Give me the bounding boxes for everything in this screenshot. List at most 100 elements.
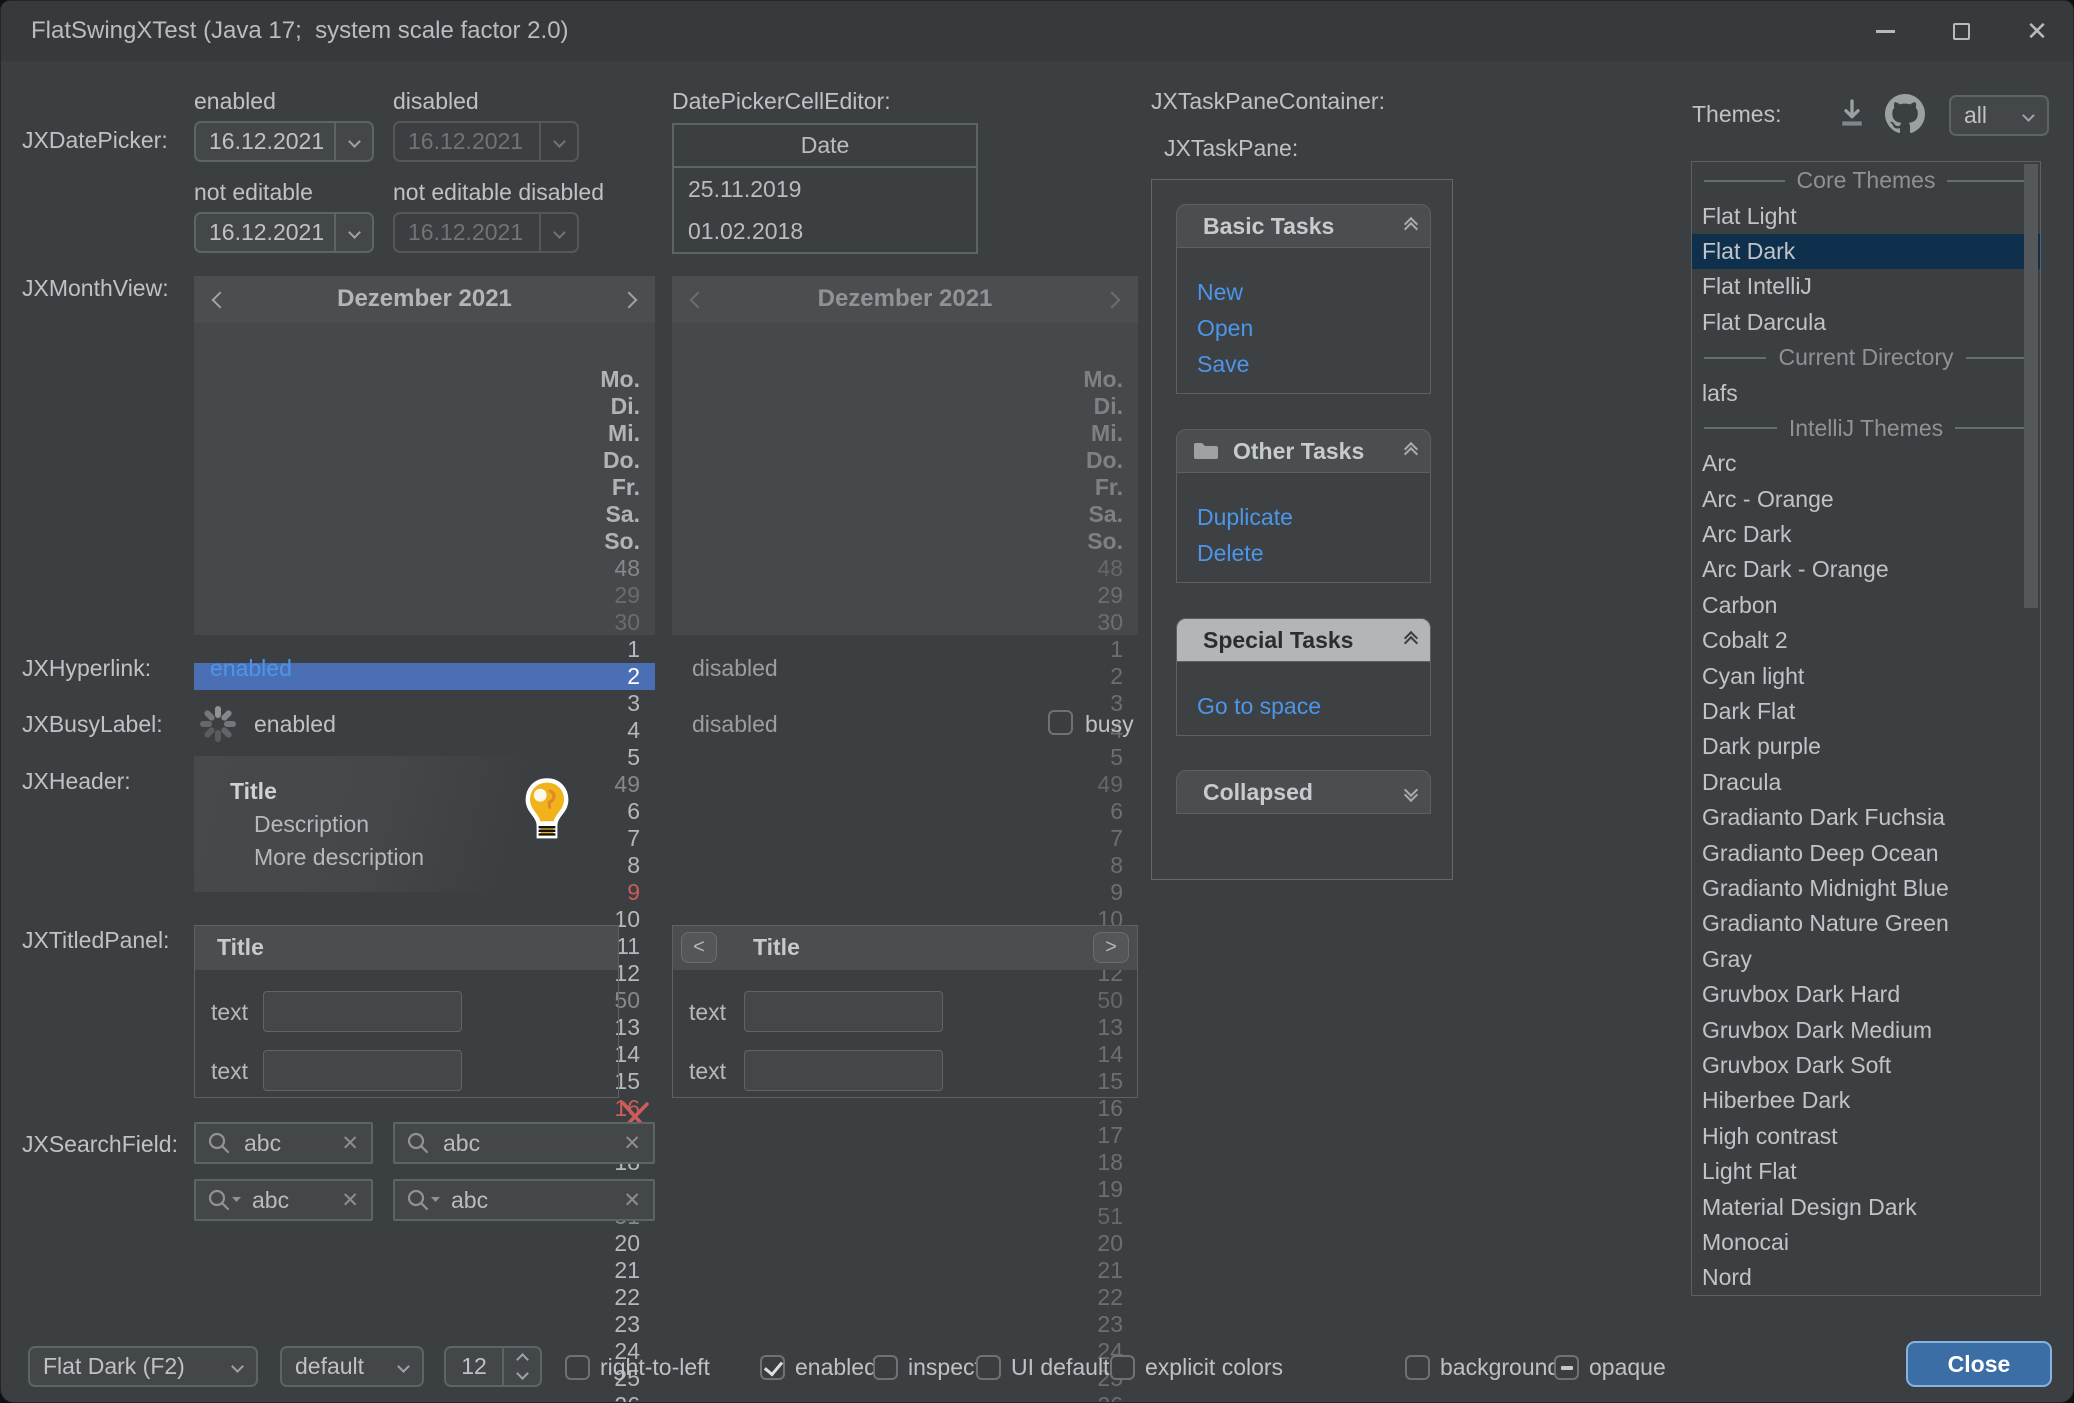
text-field[interactable]: [744, 991, 943, 1032]
expand-icon[interactable]: [1406, 790, 1416, 795]
search-field[interactable]: abc✕: [393, 1122, 655, 1164]
theme-item[interactable]: Material Design Dark: [1692, 1189, 2040, 1224]
theme-item[interactable]: Gradianto Dark Fuchsia: [1692, 800, 2040, 835]
themes-filter-combo[interactable]: all: [1949, 95, 2049, 136]
search-field[interactable]: abc✕: [393, 1179, 655, 1221]
hyperlink-enabled[interactable]: enabled: [210, 655, 292, 682]
calendar-day[interactable]: 20: [194, 1230, 655, 1257]
checkbox-right-to-left[interactable]: [565, 1355, 590, 1380]
theme-item[interactable]: Gradianto Deep Ocean: [1692, 835, 2040, 870]
prev-button[interactable]: <: [681, 932, 717, 963]
taskpane-header[interactable]: Basic Tasks: [1176, 204, 1431, 248]
theme-item[interactable]: Hiberbee Dark: [1692, 1083, 2040, 1118]
taskpane-header[interactable]: Collapsed: [1176, 770, 1431, 814]
laf-combo[interactable]: Flat Dark (F2): [28, 1346, 258, 1387]
collapse-icon[interactable]: [1406, 449, 1416, 454]
clear-search-icon[interactable]: ✕: [611, 1188, 653, 1213]
theme-item[interactable]: Dark Flat: [1692, 694, 2040, 729]
search-input[interactable]: abc: [252, 1187, 329, 1214]
minimize-button[interactable]: [1847, 1, 1923, 61]
text-field[interactable]: [263, 1050, 462, 1091]
table-row[interactable]: 01.02.2018: [674, 210, 976, 252]
titlebar[interactable]: FlatSwingXTest (Java 17; system scale fa…: [1, 1, 2074, 61]
theme-item[interactable]: Gruvbox Dark Medium: [1692, 1012, 2040, 1047]
taskpane-header[interactable]: Special Tasks: [1176, 618, 1431, 662]
checkbox-enabled[interactable]: [760, 1355, 785, 1380]
taskpane-link[interactable]: Duplicate: [1197, 499, 1430, 535]
theme-item[interactable]: High contrast: [1692, 1119, 2040, 1154]
theme-item[interactable]: Gruvbox Dark Hard: [1692, 977, 2040, 1012]
font-combo[interactable]: default: [280, 1346, 424, 1387]
collapse-icon[interactable]: [1406, 638, 1416, 643]
calendar-day[interactable]: 21: [194, 1257, 655, 1284]
taskpane-link[interactable]: Delete: [1197, 535, 1430, 571]
clear-search-icon[interactable]: ✕: [329, 1131, 371, 1156]
text-field[interactable]: [744, 1050, 943, 1091]
calendar-day[interactable]: 16: [194, 1095, 655, 1122]
calendar-day[interactable]: 26: [194, 1392, 655, 1403]
calendar-day[interactable]: 30: [194, 609, 655, 636]
theme-item[interactable]: Gradianto Nature Green: [1692, 906, 2040, 941]
theme-item[interactable]: Flat Light: [1692, 198, 2040, 233]
week-number: 51: [672, 1203, 1138, 1230]
theme-item[interactable]: Nord: [1692, 1260, 2040, 1295]
collapse-icon[interactable]: [1406, 224, 1416, 229]
theme-item[interactable]: Flat Darcula: [1692, 305, 2040, 340]
scrollbar-thumb[interactable]: [2024, 164, 2038, 608]
datepicker-combo[interactable]: 16.12.2021: [194, 212, 374, 253]
search-input[interactable]: abc: [244, 1130, 329, 1157]
maximize-button[interactable]: [1923, 1, 1999, 61]
theme-item[interactable]: Arc: [1692, 446, 2040, 481]
table-row[interactable]: 25.11.2019: [674, 168, 976, 210]
theme-item[interactable]: Gradianto Midnight Blue: [1692, 871, 2040, 906]
theme-item[interactable]: Flat Dark: [1692, 234, 2040, 269]
theme-item[interactable]: Arc Dark - Orange: [1692, 552, 2040, 587]
theme-item[interactable]: Arc - Orange: [1692, 482, 2040, 517]
checkbox-explicit-colors[interactable]: [1110, 1355, 1135, 1380]
next-month-button[interactable]: [623, 293, 635, 311]
theme-item[interactable]: Arc Dark: [1692, 517, 2040, 552]
busy-checkbox[interactable]: [1048, 710, 1073, 735]
theme-item[interactable]: Gruvbox Dark Soft: [1692, 1048, 2040, 1083]
search-menu-icon[interactable]: [403, 1186, 445, 1214]
close-button[interactable]: ✕: [1999, 1, 2074, 61]
theme-item[interactable]: Gray: [1692, 942, 2040, 977]
close-button[interactable]: Close: [1906, 1341, 2052, 1387]
theme-item[interactable]: Cyan light: [1692, 658, 2040, 693]
theme-item[interactable]: Dracula: [1692, 765, 2040, 800]
font-size-spinner[interactable]: 12: [444, 1346, 542, 1387]
clear-search-icon[interactable]: ✕: [611, 1131, 653, 1156]
theme-item[interactable]: Monocai: [1692, 1225, 2040, 1260]
download-icon[interactable]: [1837, 98, 1867, 131]
taskpane-link[interactable]: Save: [1197, 346, 1430, 382]
theme-item[interactable]: Carbon: [1692, 588, 2040, 623]
checkbox-background[interactable]: [1405, 1355, 1430, 1380]
checkbox-inspect[interactable]: [873, 1355, 898, 1380]
taskpane-link[interactable]: Open: [1197, 310, 1430, 346]
spinner-buttons[interactable]: [502, 1348, 540, 1385]
taskpane-link[interactable]: Go to space: [1197, 688, 1430, 724]
theme-item[interactable]: Cobalt 2: [1692, 623, 2040, 658]
datepicker-combo[interactable]: 16.12.2021: [194, 121, 374, 162]
next-button[interactable]: >: [1093, 932, 1129, 963]
theme-item[interactable]: lafs: [1692, 375, 2040, 410]
search-input[interactable]: abc: [451, 1187, 611, 1214]
search-field[interactable]: abc✕: [194, 1122, 373, 1164]
taskpane-link[interactable]: New: [1197, 274, 1430, 310]
checkbox-ui-defaults[interactable]: [976, 1355, 1001, 1380]
calendar-day[interactable]: 29: [194, 582, 655, 609]
theme-item[interactable]: Light Flat: [1692, 1154, 2040, 1189]
taskpane-header[interactable]: Other Tasks: [1176, 429, 1431, 473]
calendar-day[interactable]: 23: [194, 1311, 655, 1338]
theme-item[interactable]: Flat IntelliJ: [1692, 269, 2040, 304]
calendar-day[interactable]: 22: [194, 1284, 655, 1311]
search-input[interactable]: abc: [443, 1130, 611, 1157]
search-field[interactable]: abc✕: [194, 1179, 373, 1221]
text-field[interactable]: [263, 991, 462, 1032]
checkbox-opaque[interactable]: [1554, 1355, 1579, 1380]
theme-item[interactable]: Dark purple: [1692, 729, 2040, 764]
search-menu-icon[interactable]: [204, 1186, 246, 1214]
date-table-header[interactable]: Date: [674, 125, 976, 168]
clear-search-icon[interactable]: ✕: [329, 1188, 371, 1213]
github-icon[interactable]: [1885, 94, 1925, 134]
